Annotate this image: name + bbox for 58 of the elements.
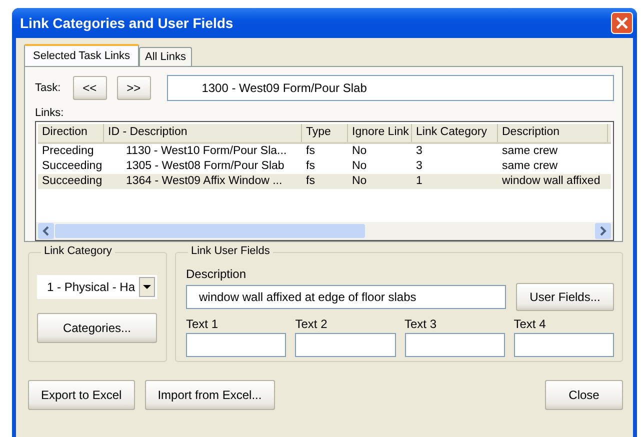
table-cell-text: 1130 - West10 Form/Pour Sla...: [125, 144, 288, 159]
text-field[interactable]: [186, 333, 286, 357]
text-field[interactable]: [295, 333, 396, 357]
table-cell-text: 3: [415, 144, 424, 159]
scrollbar-thumb[interactable]: [55, 224, 365, 238]
horizontal-scrollbar[interactable]: [36, 222, 613, 240]
table-cell-text: Succeeding: [41, 174, 104, 189]
column-header[interactable]: Direction: [38, 124, 104, 142]
column-header[interactable]: Ignore Link: [348, 124, 412, 142]
window-title: Link Categories and User Fields: [20, 15, 234, 31]
table-cell-text: 1364 - West09 Affix Window ...: [125, 174, 284, 189]
text-label: Text 4: [514, 317, 547, 331]
import-button[interactable]: Import from Excel...: [144, 380, 275, 410]
column-header[interactable]: Type: [302, 124, 348, 142]
table-cell-text: 1305 - West08 Form/Pour Slab: [125, 159, 286, 174]
column-header[interactable]: ID - Description: [104, 124, 302, 142]
column-header[interactable]: Description: [498, 124, 608, 142]
group-title: Link Category: [41, 245, 115, 257]
table-cell-text: fs: [305, 159, 316, 174]
text-label: Text 3: [404, 317, 438, 331]
table-cell-text: No: [351, 159, 368, 174]
table-row[interactable]: Succeeding 1364 - West09 Affix Window ... fs No 1 window wall affixed: [38, 174, 611, 189]
text-label: Text 2: [295, 317, 328, 331]
table-cell-text: same crew: [501, 144, 559, 159]
table-cell-text: window wall affixed: [501, 174, 602, 189]
table-row[interactable]: Succeeding 1305 - West08 Form/Pour Slab fs No 3 same crew: [38, 159, 611, 174]
table-cell-text: fs: [305, 174, 316, 189]
table-row[interactable]: Preceding 1130 - West10 Form/Pour Sla... fs No 3 same crew: [38, 144, 611, 159]
column-header[interactable]: Link Category: [412, 124, 498, 142]
table-cell-text: fs: [305, 144, 316, 159]
user-fields-button[interactable]: User Fields...: [516, 283, 614, 311]
table-cell-text: Preceding: [41, 144, 95, 159]
category-dropdown[interactable]: 1 - Physical - Ha: [37, 275, 157, 299]
scroll-left-icon[interactable]: [38, 223, 54, 239]
previous-button[interactable]: <<: [72, 76, 107, 100]
close-button[interactable]: Close: [545, 380, 623, 410]
task-label: Task:: [35, 82, 61, 94]
table-cell-text: No: [351, 174, 368, 189]
text-field[interactable]: [404, 333, 505, 357]
task-field[interactable]: 1300 - West09 Form/Pour Slab: [166, 75, 614, 101]
categories-button[interactable]: Categories...: [37, 313, 157, 343]
table-cell-text: Succeeding: [41, 159, 104, 174]
next-button[interactable]: >>: [116, 76, 151, 100]
tab[interactable]: Selected Task Links: [24, 44, 140, 66]
group-title: Link User Fields: [188, 245, 273, 257]
text-label: Text 1: [186, 317, 220, 331]
scroll-right-icon[interactable]: [595, 223, 611, 239]
description-label: Description: [186, 267, 248, 281]
links-label: Links:: [35, 107, 65, 119]
close-icon[interactable]: [611, 12, 633, 34]
table-cell-text: 3: [415, 159, 424, 174]
table-cell-text: same crew: [501, 159, 559, 174]
tab[interactable]: All Links: [139, 47, 192, 66]
description-field[interactable]: window wall affixed at edge of floor slabs: [186, 285, 506, 309]
table-cell-text: 1: [415, 174, 424, 189]
export-button[interactable]: Export to Excel: [28, 380, 135, 410]
table-cell-text: No: [351, 144, 368, 159]
text-field[interactable]: [514, 333, 614, 357]
